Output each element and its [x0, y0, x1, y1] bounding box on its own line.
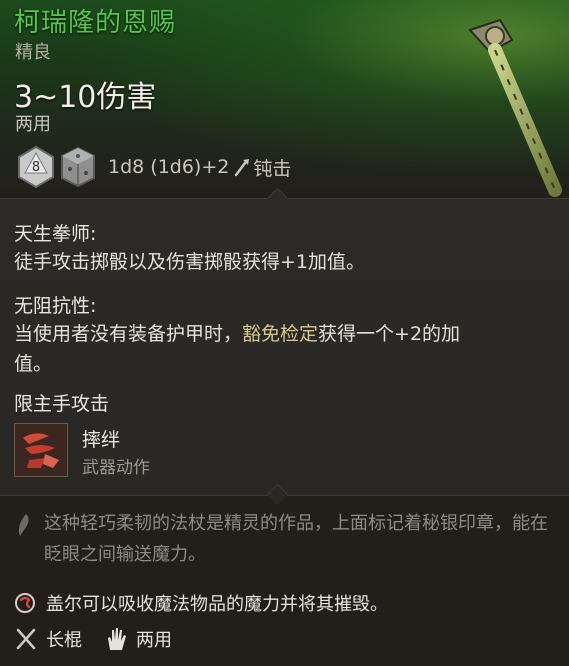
- gale-note-row: 盖尔可以吸收魔法物品的魔力并将其摧毁。: [14, 590, 388, 616]
- passive-desc-part: 当使用者没有装备护甲时，: [14, 323, 243, 345]
- hands-label: 两用: [136, 630, 172, 651]
- feather-icon: [18, 514, 29, 536]
- panel-notch-bottom: [266, 483, 289, 506]
- weapon-type-label: 长棍: [46, 630, 82, 651]
- bludgeon-icon: [235, 159, 250, 177]
- passive-desc-tavern-brawler: 徒手攻击掷骰以及伤害掷骰获得+1加值。: [14, 251, 366, 273]
- dice-formula: 1d8 (1d6)+2: [108, 156, 230, 178]
- proficiency-row: 长棍 两用: [14, 626, 172, 652]
- topple-action-icon[interactable]: [14, 423, 68, 477]
- action-type: 武器动作: [82, 458, 150, 478]
- gale-note-text: 盖尔可以吸收魔法物品的魔力并将其摧毁。: [46, 594, 388, 615]
- hand-icon: [108, 628, 126, 650]
- passive-title-tavern-brawler[interactable]: 天生拳师:: [14, 219, 96, 246]
- damage-type: 钝击: [233, 154, 291, 181]
- mainhand-label: 限主手攻击: [14, 393, 110, 415]
- item-tooltip: 柯瑞隆的恩赐 精良 3~10伤害 两用 8 1d8 (1d6)+2 钝击 天生拳…: [0, 0, 569, 666]
- properties-panel: 天生拳师: 徒手攻击掷骰以及伤害掷骰获得+1加值。 无阻抗性: 当使用者没有装备…: [0, 187, 569, 506]
- item-name: 柯瑞隆的恩赐: [14, 8, 177, 38]
- handedness-label: 两用: [15, 114, 51, 135]
- d8-die-label: 8: [32, 160, 40, 175]
- d6-die-icon: [61, 146, 95, 188]
- damage-type-label: 钝击: [253, 157, 292, 180]
- item-rarity: 精良: [15, 42, 51, 63]
- quarterstaff-icon: [16, 628, 36, 650]
- tooltip-header: 柯瑞隆的恩赐 精良 3~10伤害 两用 8 1d8 (1d6)+2 钝击: [0, 0, 569, 198]
- dice-row: 8 1d8 (1d6)+2 钝击: [16, 144, 291, 190]
- magic-absorb-icon: [15, 593, 35, 613]
- flavor-text: 这种轻巧柔韧的法杖是精灵的作品，上面标记着秘银印章，能在眨眼之间输送魔力。: [44, 513, 548, 565]
- action-name[interactable]: 摔绊: [82, 425, 120, 452]
- passive-desc-unarmoured: 当使用者没有装备护甲时，豁免检定获得一个+2的加值。: [14, 319, 494, 379]
- saving-throw-link[interactable]: 豁免检定: [242, 323, 318, 345]
- passive-title-unarmoured[interactable]: 无阻抗性:: [14, 291, 96, 318]
- d8-die-icon: 8: [18, 145, 54, 189]
